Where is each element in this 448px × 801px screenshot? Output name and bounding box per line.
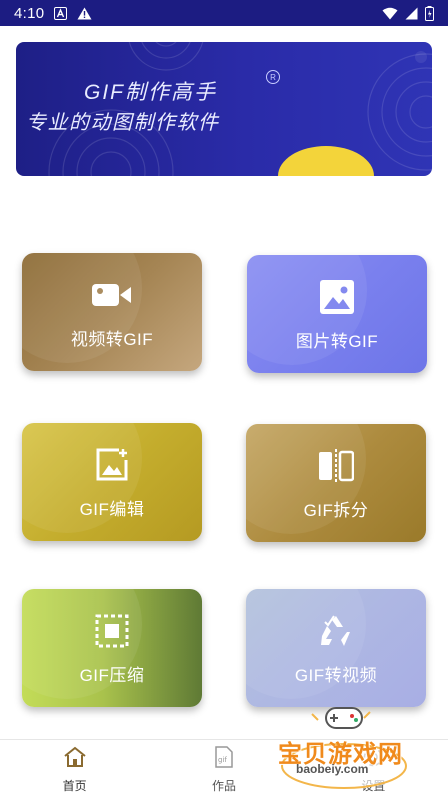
warning-icon (77, 7, 92, 20)
bottom-nav: 首页 gif 作品 设置 (0, 739, 448, 799)
nav-works-label: 作品 (211, 778, 236, 793)
tile-label: GIF拆分 (303, 500, 369, 520)
banner-subtitle: 专业的动图制作软件 (26, 112, 220, 134)
settings-icon (362, 746, 384, 773)
gif-edit-button[interactable]: GIF编辑 (22, 423, 202, 541)
gif-compress-button[interactable]: GIF压缩 (22, 589, 202, 707)
cell-signal-icon (405, 7, 418, 20)
image-to-gif-button[interactable]: 图片转GIF (247, 255, 427, 373)
status-time: 4:10 (14, 4, 45, 22)
tile-label: GIF压缩 (79, 665, 145, 685)
promo-banner[interactable]: GIF制作高手 R 专业的动图制作软件 (16, 42, 432, 176)
nav-settings-label: 设置 (361, 778, 386, 793)
tile-label: GIF转视频 (294, 665, 378, 685)
tile-label: 视频转GIF (70, 329, 154, 349)
compress-icon (92, 611, 132, 651)
battery-icon (425, 5, 434, 21)
tile-label: GIF编辑 (79, 499, 145, 519)
registered-mark: R (266, 70, 280, 84)
video-to-gif-button[interactable]: 视频转GIF (22, 253, 202, 371)
notification-a-icon (54, 6, 68, 20)
status-bar: 4:10 (0, 0, 448, 26)
video-camera-icon (92, 275, 132, 315)
wifi-icon (382, 7, 398, 20)
gif-split-button[interactable]: GIF拆分 (246, 424, 426, 542)
nav-home-label: 首页 (62, 778, 87, 793)
svg-text:gif: gif (218, 756, 227, 764)
nav-works[interactable]: gif 作品 (149, 740, 298, 799)
image-icon (317, 277, 357, 317)
banner-title: GIF制作高手 (84, 81, 217, 104)
home-icon (63, 746, 87, 773)
edit-image-icon (92, 445, 132, 485)
recycle-arrows-icon (316, 611, 356, 651)
nav-settings[interactable]: 设置 (299, 740, 448, 799)
split-icon (316, 446, 356, 486)
gif-file-icon: gif (214, 745, 234, 773)
tile-label: 图片转GIF (295, 331, 379, 351)
gif-to-video-button[interactable]: GIF转视频 (246, 589, 426, 707)
nav-home[interactable]: 首页 (0, 740, 149, 799)
